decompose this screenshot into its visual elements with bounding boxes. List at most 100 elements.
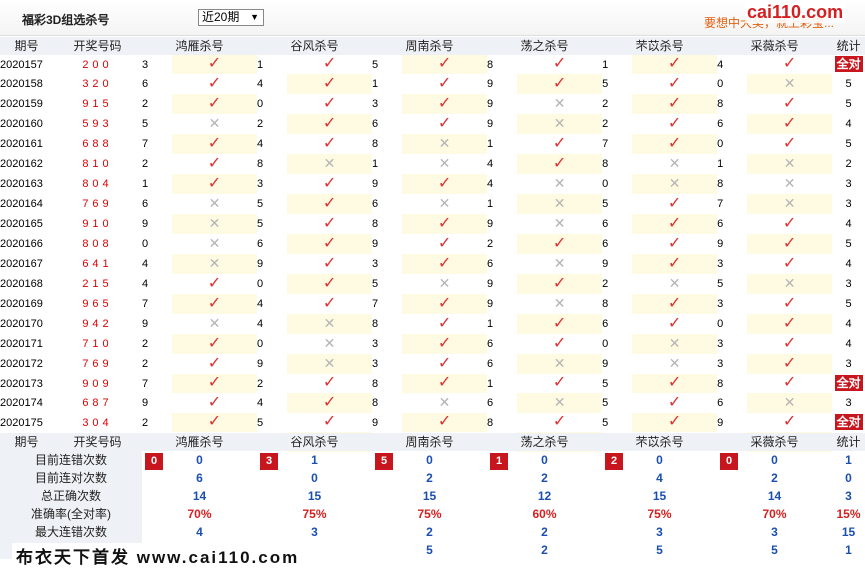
cross-icon: ✕ [323,355,336,371]
kill-result: ✓ [632,94,718,114]
kill-digit: 9 [487,94,518,114]
draw-number: 769 [82,358,113,370]
kill-result: ✓ [517,374,603,393]
kill-result: ✓ [402,314,488,334]
stats-value: 3 [311,525,318,539]
kill-result: ✕ [517,174,603,194]
kill-digit: 2 [142,413,172,432]
cross-icon: ✕ [668,275,681,291]
check-icon: ✓ [782,254,797,272]
period-cell: 2020172 [0,358,43,370]
cross-icon: ✕ [668,355,681,371]
check-icon: ✓ [667,94,682,112]
kill-result: ✓ [632,314,718,334]
kill-digit: 6 [372,114,403,134]
kill-digit: 1 [487,374,518,393]
kill-digit: 9 [257,254,288,274]
check-icon: ✓ [437,174,452,192]
table-row: 2020165 910 9 ✕ 5 ✓ 8 ✓ 9 ✕ 6 ✓ 6 ✓ 4 [0,214,865,234]
kill-digit: 9 [142,314,172,334]
stats-value: 0 [656,453,663,467]
check-icon: ✓ [667,194,682,212]
kill-digit: 8 [372,214,403,234]
kill-digit: 8 [487,413,518,432]
check-icon: ✓ [437,55,452,72]
kill-result: ✓ [287,413,373,432]
column-header: 统计 [832,37,865,55]
check-icon: ✓ [207,174,222,192]
check-icon: ✓ [782,134,797,152]
kill-result: ✕ [402,393,488,413]
kill-digit: 4 [142,274,172,294]
stats-value: 2 [541,471,548,485]
kill-result: ✓ [287,114,373,134]
kill-result: ✓ [517,55,603,74]
check-icon: ✓ [322,374,337,391]
kill-result: ✓ [632,214,718,234]
kill-digit: 9 [717,413,748,432]
cross-icon: ✕ [438,155,451,171]
kill-result: ✕ [402,134,488,154]
kill-digit: 2 [257,374,288,393]
draw-number: 915 [82,98,113,110]
period-cell: 2020160 [0,118,43,130]
kill-digit: 5 [257,214,288,234]
correct-count: 5 [845,298,852,310]
cross-icon: ✕ [553,295,566,311]
kill-result: ✓ [402,413,488,432]
draw-number: 304 [82,416,113,429]
check-icon: ✓ [207,94,222,112]
kill-result: ✓ [517,234,603,254]
cross-icon: ✕ [783,195,796,211]
row-stat: 4 [832,314,865,334]
check-icon: ✓ [207,393,222,411]
kill-digit: 5 [257,194,288,214]
table-row: 2020175 304 2 ✓ 5 ✓ 9 ✓ 8 ✓ 5 ✓ 9 ✓ 全对 [0,413,865,432]
kill-digit: 4 [257,314,288,334]
correct-count: 4 [845,338,852,350]
kill-result: ✓ [747,114,833,134]
kill-digit: 8 [717,374,748,393]
kill-digit: 8 [602,154,633,174]
check-icon: ✓ [322,74,337,92]
period-cell: 2020163 [0,178,43,190]
kill-digit: 9 [372,413,403,432]
kill-digit: 7 [142,374,172,393]
check-icon: ✓ [437,254,452,272]
check-icon: ✓ [207,134,222,152]
correct-count: 5 [845,138,852,150]
chevron-down-icon[interactable]: ▼ [250,10,259,25]
table-row: 2020168 215 4 ✓ 0 ✓ 5 ✕ 9 ✓ 2 ✕ 5 ✕ 3 [0,274,865,294]
check-icon: ✓ [782,234,797,252]
kill-digit: 1 [487,134,518,154]
kill-result: ✕ [287,334,373,354]
kill-digit: 6 [487,354,518,374]
stats-value: 60% [532,507,557,521]
kill-digit: 9 [487,294,518,314]
column-header: 开奖号码 [53,37,142,55]
correct-count: 3 [845,178,852,190]
table-row: 2020158 320 6 ✓ 4 ✓ 1 ✓ 9 ✓ 5 ✓ 0 ✕ 5 [0,74,865,94]
kill-result: ✓ [172,94,258,114]
check-icon: ✓ [782,413,797,430]
stats-column-header: 芣苡杀号 [602,433,717,451]
stats-table: 期号 开奖号码 鸿雁杀号 谷风杀号 周南杀号 荡之杀号 芣苡杀号 采薇杀号 统计 目前连错次数 0… [0,433,865,559]
check-icon: ✓ [552,413,567,430]
draw-number: 942 [82,318,113,330]
period-select[interactable]: 近20期 ▼ [198,9,264,26]
correct-count: 3 [845,358,852,370]
kill-digit: 0 [257,94,288,114]
check-icon: ✓ [782,334,797,352]
kill-result: ✕ [517,114,603,134]
stats-value: 14 [767,489,782,503]
kill-digit: 2 [602,94,633,114]
stats-value: 15 [422,489,437,503]
draw-number: 641 [82,258,113,270]
column-header: 芣苡杀号 [602,37,718,55]
row-stat: 4 [832,254,865,274]
cross-icon: ✕ [553,394,566,410]
check-icon: ✓ [437,74,452,92]
stats-value: 70% [762,507,787,521]
draw-number: 910 [82,218,113,230]
kill-digit: 0 [602,174,633,194]
